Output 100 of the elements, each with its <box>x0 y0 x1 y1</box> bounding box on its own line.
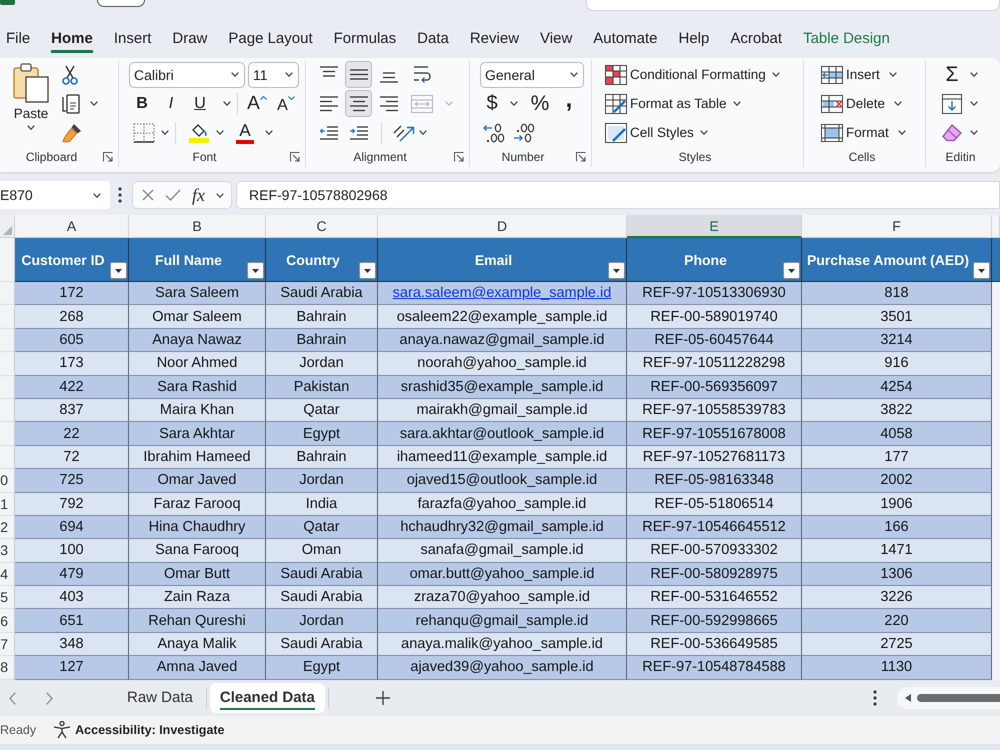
more-options-icon[interactable] <box>118 187 122 203</box>
caret-icon[interactable] <box>90 101 98 106</box>
filter-dropdown-button[interactable] <box>973 262 990 279</box>
formula-field[interactable]: REF-97-10578802968 <box>236 181 1000 209</box>
delete-button[interactable]: Delete <box>821 90 902 116</box>
shrink-font-button[interactable]: A <box>273 90 299 116</box>
conditional-formatting-button[interactable]: Conditional Formatting <box>605 62 780 88</box>
column-header[interactable]: E <box>627 215 802 238</box>
ribbon-tab[interactable]: Review <box>470 25 520 53</box>
caret-icon[interactable] <box>216 130 224 135</box>
sheet-tab[interactable]: Raw Data <box>117 683 203 713</box>
column-header[interactable]: A <box>15 215 129 238</box>
ribbon-tab[interactable]: Data <box>417 25 449 53</box>
column-header[interactable]: C <box>266 215 378 238</box>
enter-check-icon[interactable] <box>165 189 181 201</box>
ribbon-tab[interactable]: Formulas <box>334 25 396 53</box>
row-header[interactable]: 2 <box>0 516 15 540</box>
row-header[interactable]: 6 <box>0 609 15 633</box>
filter-dropdown-button[interactable] <box>359 262 376 279</box>
caret-icon[interactable] <box>231 72 239 77</box>
caret-icon[interactable] <box>419 130 427 135</box>
row-header[interactable]: 8 <box>0 656 15 680</box>
caret-icon[interactable] <box>970 130 978 135</box>
paste-button[interactable]: Paste <box>8 60 54 130</box>
row-header[interactable]: 7 <box>0 632 15 656</box>
dialog-launcher-icon[interactable] <box>103 152 113 162</box>
font-color-button[interactable]: A <box>232 120 258 146</box>
row-header[interactable]: 1 <box>0 492 15 516</box>
decrease-decimal-icon[interactable] <box>512 122 536 142</box>
decrease-indent-icon[interactable] <box>318 126 338 140</box>
filter-dropdown-button[interactable] <box>247 262 264 279</box>
row-header[interactable]: 5 <box>0 586 15 610</box>
row-header[interactable]: 3 <box>0 539 15 563</box>
ribbon-tab[interactable]: Acrobat <box>730 25 782 53</box>
ribbon-tab[interactable]: View <box>540 25 572 53</box>
underline-button[interactable]: U <box>187 90 213 116</box>
ribbon-tab[interactable]: Table Design <box>803 25 890 53</box>
font-name-dropdown[interactable]: Calibri <box>129 62 245 88</box>
caret-icon[interactable] <box>510 101 518 106</box>
fill-color-icon[interactable] <box>189 122 209 142</box>
borders-icon[interactable] <box>133 122 155 142</box>
scrollbar-thumb[interactable] <box>917 694 1000 702</box>
search-field[interactable] <box>586 0 1000 11</box>
ribbon-tab[interactable]: Page Layout <box>228 25 313 53</box>
chevron-right-icon[interactable] <box>46 692 53 704</box>
toggle-switch[interactable] <box>97 0 145 7</box>
increase-indent-icon[interactable] <box>348 126 368 140</box>
caret-icon[interactable] <box>161 130 169 135</box>
bold-button[interactable]: B <box>129 90 155 116</box>
fill-down-icon[interactable] <box>942 94 962 114</box>
scissors-icon[interactable] <box>62 64 78 84</box>
currency-button[interactable]: $ <box>482 90 502 116</box>
increase-decimal-icon[interactable] <box>482 122 506 142</box>
ribbon-tab[interactable]: Automate <box>593 25 658 53</box>
accessibility-button[interactable]: Accessibility: Investigate <box>53 721 225 739</box>
filter-dropdown-button[interactable] <box>783 262 800 279</box>
filter-dropdown-button[interactable] <box>110 262 127 279</box>
plus-icon[interactable] <box>376 691 390 705</box>
caret-icon[interactable] <box>285 72 293 77</box>
ribbon-tab[interactable]: Insert <box>114 25 152 53</box>
text-orientation-icon[interactable] <box>393 124 415 142</box>
scroll-left-icon[interactable] <box>905 694 911 702</box>
caret-icon[interactable] <box>970 101 978 106</box>
number-format-dropdown[interactable]: General <box>480 62 584 88</box>
paintbrush-icon[interactable] <box>62 122 82 142</box>
format-as-table-button[interactable]: Format as Table <box>605 90 741 116</box>
filter-dropdown-button[interactable] <box>608 262 625 279</box>
more-options-icon[interactable] <box>873 690 877 706</box>
horizontal-scrollbar[interactable] <box>897 687 1000 709</box>
caret-icon[interactable] <box>570 72 578 77</box>
ribbon-tab[interactable]: Draw <box>172 25 208 53</box>
name-box[interactable]: E870 <box>0 181 110 209</box>
caret-icon[interactable] <box>216 192 224 198</box>
column-header[interactable]: F <box>802 215 992 238</box>
wrap-text-icon[interactable] <box>413 65 433 84</box>
percent-button[interactable]: % <box>528 90 552 116</box>
eraser-icon[interactable] <box>942 124 962 142</box>
format-button[interactable]: Format <box>821 120 906 146</box>
middle-align-button[interactable] <box>345 61 372 88</box>
ribbon-tab[interactable]: Home <box>51 25 93 53</box>
caret-icon[interactable] <box>265 130 273 135</box>
comma-style-button[interactable]: , <box>561 90 577 116</box>
autosum-button[interactable]: Σ <box>942 62 962 88</box>
dialog-launcher-icon[interactable] <box>290 152 300 162</box>
ribbon-tab[interactable]: File <box>6 25 30 53</box>
column-header[interactable]: D <box>378 215 627 238</box>
row-header[interactable]: 4 <box>0 562 15 586</box>
cancel-icon[interactable] <box>142 189 154 201</box>
caret-icon[interactable] <box>223 101 231 106</box>
insert-button[interactable]: Insert <box>821 62 897 88</box>
email-link[interactable]: sara.saleem@example_sample.id <box>392 285 612 302</box>
font-size-dropdown[interactable]: 11 <box>248 62 299 88</box>
cell-styles-button[interactable]: Cell Styles <box>605 120 708 146</box>
italic-button[interactable]: I <box>158 90 184 116</box>
dialog-launcher-icon[interactable] <box>576 152 586 162</box>
insert-function-button[interactable]: fx <box>192 184 205 206</box>
chevron-left-icon[interactable] <box>9 692 16 704</box>
column-header[interactable]: B <box>129 215 266 238</box>
dialog-launcher-icon[interactable] <box>454 152 464 162</box>
grow-font-button[interactable]: A <box>244 90 270 116</box>
